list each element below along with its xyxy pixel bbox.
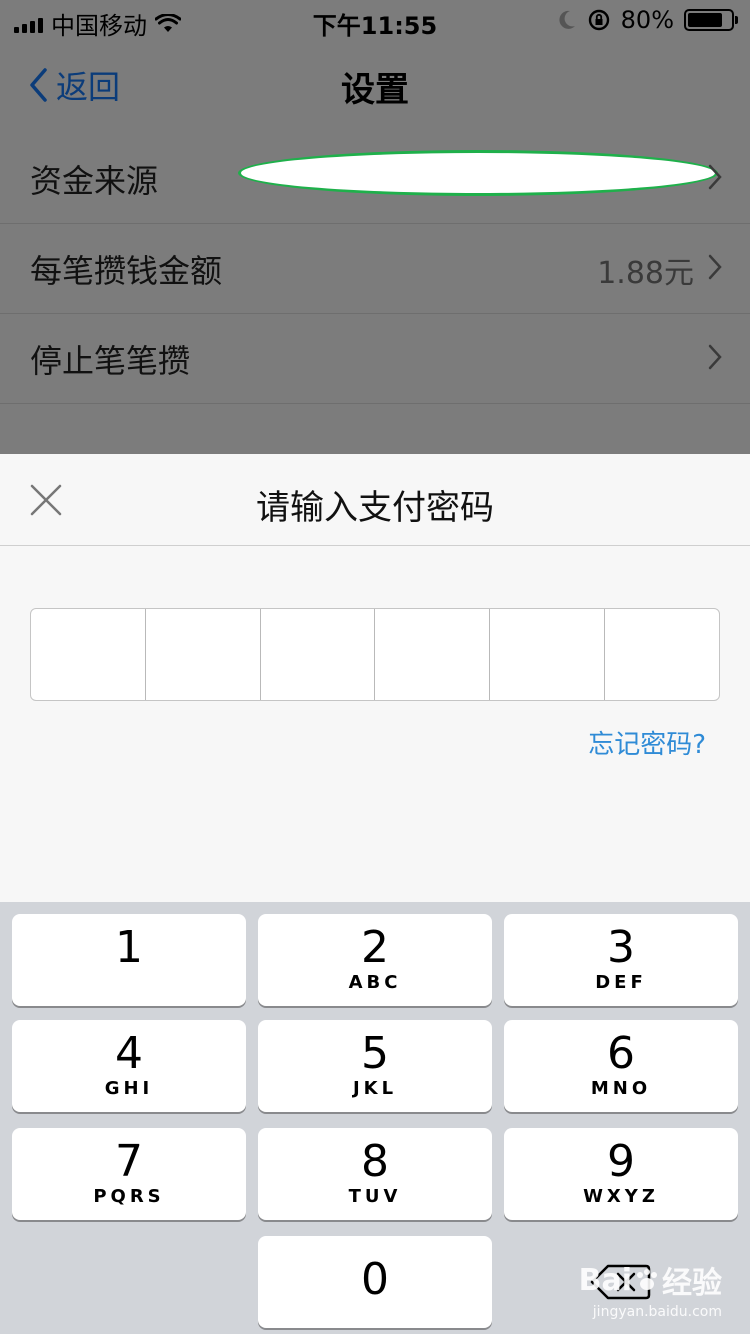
moon-icon <box>559 10 575 29</box>
key-digit: 7 <box>115 1136 143 1187</box>
chevron-right-icon <box>708 164 722 190</box>
key-letters: WXYZ <box>583 1186 659 1207</box>
key-digit: 4 <box>115 1028 143 1079</box>
battery-level <box>688 13 722 27</box>
key-0[interactable]: 0 <box>258 1236 492 1328</box>
key-letters: MNO <box>590 1078 652 1099</box>
setting-row-amount[interactable]: 每笔攒钱金额 1.88元 <box>0 224 750 314</box>
payment-password-sheet: 请输入支付密码 忘记密码? <box>0 454 750 902</box>
key-6[interactable]: 6 MNO <box>504 1020 738 1112</box>
setting-label: 停止笔笔攒 <box>30 341 191 380</box>
key-7[interactable]: 7 PQRS <box>12 1128 246 1220</box>
key-9[interactable]: 9 WXYZ <box>504 1128 738 1220</box>
battery-percent: 80% <box>620 6 674 34</box>
key-digit: 3 <box>607 922 635 973</box>
forgot-password-link[interactable]: 忘记密码? <box>588 724 706 761</box>
key-letters: ABC <box>348 972 402 993</box>
setting-label: 每笔攒钱金额 <box>30 251 223 290</box>
pin-digit-cell <box>146 609 261 700</box>
key-digit: 8 <box>361 1136 389 1187</box>
pin-digit-cell <box>375 609 491 700</box>
key-8[interactable]: 8 TUV <box>258 1128 492 1220</box>
baidu-jingyan-watermark: Bai 经验 jingyan.baidu.com <box>578 1258 722 1321</box>
key-letters: JKL <box>352 1078 398 1099</box>
pin-digit-cell <box>261 609 376 700</box>
watermark-url: jingyan.baidu.com <box>592 1304 722 1320</box>
key-letters: TUV <box>348 1186 402 1207</box>
key-digit: 2 <box>361 922 389 973</box>
orientation-lock-icon <box>588 9 609 31</box>
key-1[interactable]: 1 <box>12 914 246 1006</box>
password-input[interactable] <box>30 608 720 701</box>
setting-row-fund-source[interactable]: 资金来源 <box>0 134 750 224</box>
sheet-header: 请输入支付密码 <box>0 454 750 546</box>
battery-icon <box>684 9 738 31</box>
key-4[interactable]: 4 GHI <box>12 1020 246 1112</box>
key-2[interactable]: 2 ABC <box>258 914 492 1006</box>
pin-digit-cell <box>605 609 719 700</box>
status-bar: 中国移动 下午11:55 80% <box>0 0 750 40</box>
key-digit: 5 <box>361 1028 389 1079</box>
setting-row-stop[interactable]: 停止笔笔攒 <box>0 314 750 404</box>
watermark-brand: Bai 经验 <box>578 1262 722 1302</box>
settings-list: 资金来源 每笔攒钱金额 1.88元 停止笔笔攒 <box>0 134 750 404</box>
pin-digit-cell <box>31 609 146 700</box>
key-5[interactable]: 5 JKL <box>258 1020 492 1112</box>
key-digit: 0 <box>361 1254 389 1305</box>
chevron-right-icon <box>708 254 722 280</box>
navigation-bar: 返回 设置 <box>0 40 750 130</box>
key-letters: PQRS <box>93 1186 165 1207</box>
sheet-title: 请输入支付密码 <box>256 488 494 528</box>
chevron-right-icon <box>708 344 722 370</box>
status-right: 80% <box>557 6 738 34</box>
key-digit: 1 <box>115 922 143 973</box>
paw-logo-icon <box>637 1269 657 1290</box>
key-digit: 6 <box>607 1028 635 1079</box>
key-3[interactable]: 3 DEF <box>504 914 738 1006</box>
redacted-value <box>238 150 718 196</box>
setting-label: 资金来源 <box>30 161 159 200</box>
setting-value: 1.88元 <box>597 256 694 291</box>
page-title: 设置 <box>341 70 409 110</box>
pin-digit-cell <box>490 609 606 700</box>
key-letters: GHI <box>104 1078 154 1099</box>
key-digit: 9 <box>607 1136 635 1187</box>
key-letters: DEF <box>595 972 647 993</box>
